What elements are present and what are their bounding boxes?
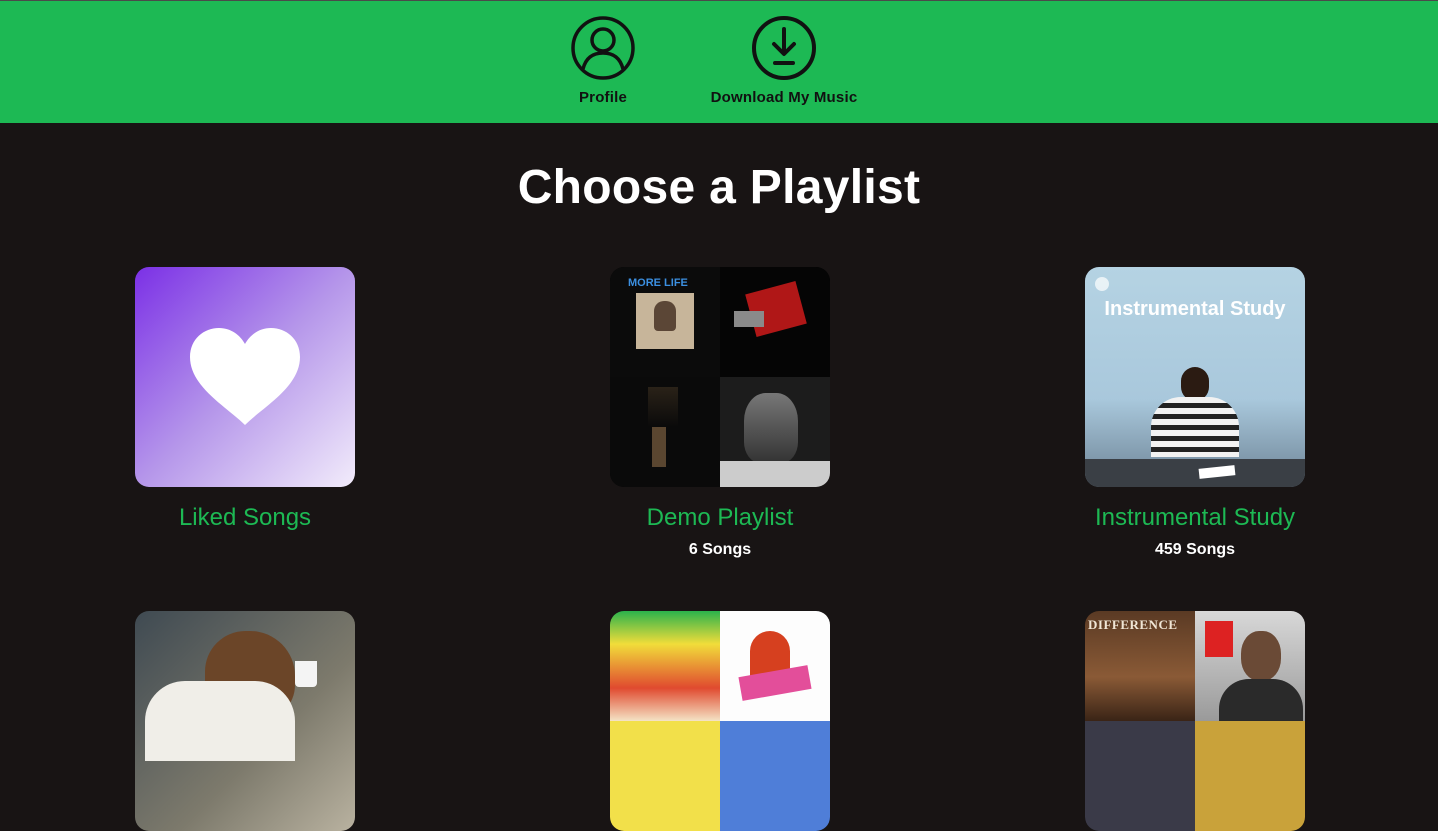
profile-icon — [571, 16, 635, 80]
cover-title: Instrumental Study — [1104, 298, 1286, 320]
playlist-card-demo-playlist[interactable]: MORE LIFE Demo Playlist 6 Songs — [570, 267, 870, 559]
nav-download-button[interactable]: Download My Music — [699, 15, 869, 106]
playlist-name[interactable]: Instrumental Study — [1095, 504, 1295, 532]
playlist-cover[interactable] — [135, 611, 355, 831]
playlist-card-liked-songs[interactable]: Liked Songs — [95, 267, 395, 532]
download-icon — [752, 16, 816, 80]
playlist-card[interactable]: DIFFERENCE — [1045, 611, 1345, 831]
top-nav-bar: Profile Download My Music — [0, 0, 1438, 123]
nav-profile-button[interactable]: Profile — [570, 15, 636, 106]
cover-tile — [1195, 721, 1305, 831]
playlist-cover-liked-songs[interactable] — [135, 267, 355, 487]
nav-download-label: Download My Music — [710, 89, 858, 106]
heart-icon — [190, 328, 300, 425]
playlist-name[interactable]: Demo Playlist — [647, 504, 794, 532]
playlist-song-count: 459 Songs — [1154, 541, 1236, 558]
playlist-card[interactable] — [570, 611, 870, 831]
cover-tile — [1195, 611, 1305, 721]
cover-tile: DIFFERENCE — [1085, 611, 1195, 721]
cover-tile — [1085, 721, 1195, 831]
nav-profile-label: Profile — [578, 89, 628, 106]
cover-tile — [610, 611, 720, 721]
cover-tile-text: DIFFERENCE — [1088, 617, 1178, 632]
cover-tile — [720, 721, 830, 831]
cover-tile — [610, 377, 720, 487]
playlist-song-count: 6 Songs — [688, 541, 752, 558]
playlist-cover[interactable]: DIFFERENCE — [1085, 611, 1305, 831]
spotify-logo-icon — [1095, 277, 1109, 291]
cover-tile — [720, 267, 830, 377]
playlist-name[interactable]: Liked Songs — [179, 504, 311, 532]
playlist-cover[interactable] — [610, 611, 830, 831]
playlist-card[interactable] — [95, 611, 395, 831]
playlist-card-instrumental-study[interactable]: Instrumental Study Instrumental Study 45… — [1045, 267, 1345, 559]
cover-tile — [720, 611, 830, 721]
cover-tile — [720, 377, 830, 487]
cover-tile-text: MORE LIFE — [628, 277, 688, 289]
cover-tile — [610, 721, 720, 831]
page-title: Choose a Playlist — [517, 161, 921, 214]
playlist-cover-instrumental-study[interactable]: Instrumental Study — [1085, 267, 1305, 487]
cover-tile: MORE LIFE — [610, 267, 720, 377]
playlist-cover-demo-playlist[interactable]: MORE LIFE — [610, 267, 830, 487]
